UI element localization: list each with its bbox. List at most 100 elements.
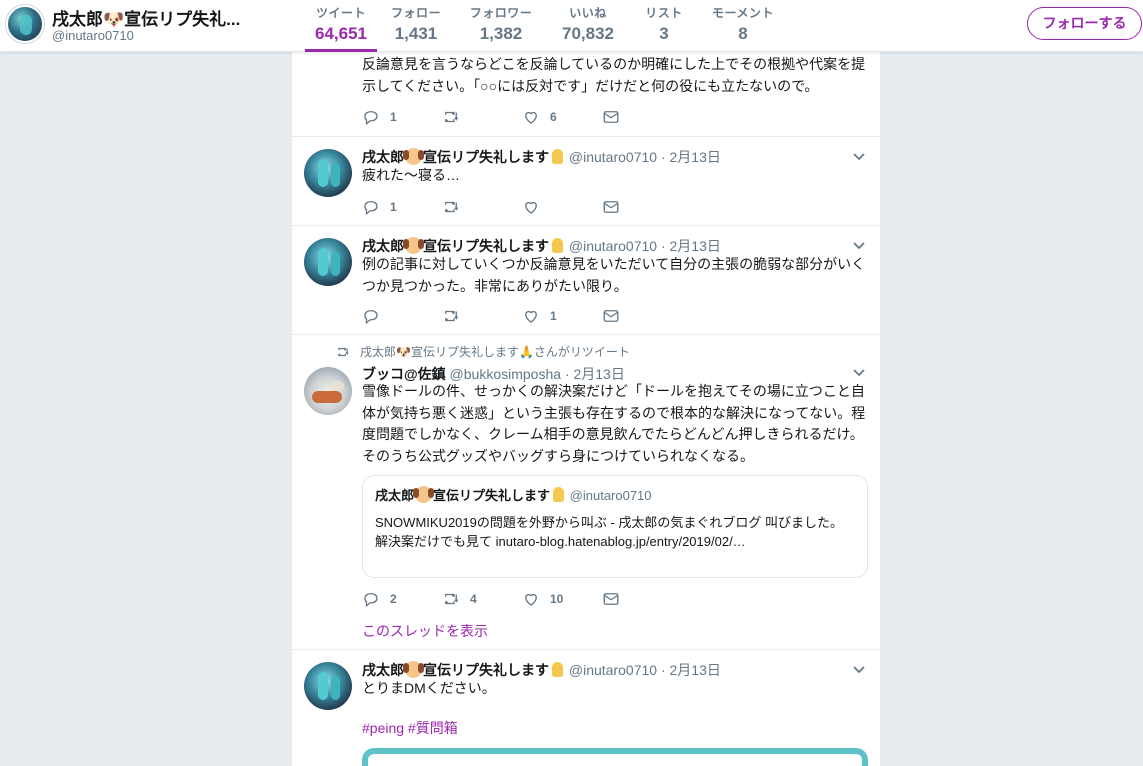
show-thread-link[interactable]: このスレッドを表示 — [362, 621, 488, 641]
quoted-handle: @inutaro0710 — [569, 488, 652, 503]
reply-button[interactable] — [362, 306, 390, 326]
reply-icon — [364, 201, 378, 216]
stat-value: 3 — [659, 24, 669, 43]
stat-following[interactable]: フォロー 1,431 — [386, 4, 446, 52]
reply-button[interactable]: 2 — [362, 589, 397, 609]
dog-emoji-icon — [403, 237, 424, 254]
tweet[interactable]: 戌太郎 宣伝リプ失礼します @inutaro0710 · 2月13日 疲れた～寝る… — [292, 137, 880, 226]
retweet-context-text[interactable]: 戌太郎🐶宣伝リプ失礼します🙏さんがリツイート — [360, 343, 630, 360]
stat-likes[interactable]: いいね 70,832 — [558, 4, 618, 52]
profile-nav: 戌太郎🐶宣伝リプ失礼... @inutaro0710 ツイート 64,651 フ… — [0, 0, 1143, 52]
like-count: 6 — [550, 110, 557, 124]
tweet-avatar[interactable] — [304, 149, 352, 197]
tweet-avatar[interactable] — [304, 238, 352, 286]
tweet-header: 戌太郎 宣伝リプ失礼します @inutaro0710 · 2月13日 — [362, 147, 721, 167]
author-handle[interactable]: @inutaro0710 — [569, 238, 657, 254]
tweet[interactable]: 戌太郎 宣伝リプ失礼します @inutaro0710 · 2月13日 とりまDMく… — [292, 650, 880, 766]
heart-icon — [525, 111, 537, 124]
stat-tweets[interactable]: ツイート 64,651 — [305, 4, 377, 52]
author-name[interactable]: 戌太郎 — [362, 238, 404, 254]
quoted-author-name-suffix: 宣伝リプ失礼します — [433, 488, 551, 503]
stat-label: モーメント — [711, 6, 775, 20]
tweet-date[interactable]: · 2月13日 — [661, 662, 721, 678]
stat-label: フォロワー — [469, 6, 533, 20]
chevron-down-icon[interactable] — [852, 663, 866, 677]
quoted-tweet[interactable]: 戌太郎 宣伝リプ失礼します @inutaro0710 SNOWMIKU2019の問… — [362, 475, 868, 578]
envelope-icon — [603, 310, 619, 322]
tweet-text: 疲れた～寝る… — [362, 167, 460, 183]
author-name[interactable]: 戌太郎 — [362, 662, 404, 678]
author-name[interactable]: ブッコ@佐鎮 — [362, 366, 446, 382]
dm-button[interactable] — [602, 306, 630, 326]
praying-hands-icon — [550, 661, 565, 678]
like-count: 10 — [550, 592, 564, 606]
like-button[interactable] — [522, 197, 550, 217]
author-name[interactable]: 戌太郎 — [362, 149, 404, 165]
like-button[interactable]: 10 — [522, 589, 563, 609]
stat-followers[interactable]: フォロワー 1,382 — [466, 4, 536, 52]
tweet-text: 反論意見を言うならどこを反論しているのか明確にした上でその根拠や代案を提示してく… — [362, 56, 866, 94]
dm-button[interactable] — [602, 589, 630, 609]
hashtags[interactable]: #peing #質問箱 — [362, 720, 458, 736]
tweet-avatar[interactable] — [304, 367, 352, 415]
tweet[interactable]: 戌太郎 宣伝リプ失礼します @inutaro0710 · 2月13日 例の記事に対… — [292, 226, 880, 335]
stat-value: 1,382 — [479, 24, 523, 43]
reply-icon — [364, 111, 378, 126]
stat-value: 64,651 — [315, 24, 367, 43]
like-count: 1 — [550, 309, 557, 323]
reply-count: 1 — [390, 200, 397, 214]
dm-button[interactable] — [602, 107, 630, 127]
chevron-down-icon[interactable] — [852, 239, 866, 253]
stat-label: リスト — [645, 6, 683, 20]
like-button[interactable]: 1 — [522, 306, 557, 326]
tweet-date[interactable]: · 2月13日 — [661, 149, 721, 165]
retweet-icon — [445, 593, 459, 605]
dog-emoji-icon — [413, 486, 435, 503]
retweet-button[interactable] — [442, 306, 470, 326]
link-card[interactable] — [362, 748, 868, 766]
author-name-suffix[interactable]: 宣伝リプ失礼します — [423, 662, 549, 678]
chevron-down-icon[interactable] — [852, 150, 866, 164]
author-handle[interactable]: @bukkosimposha — [450, 366, 562, 382]
timeline: 反論意見を言うならどこを反論しているのか明確にした上でその根拠や代案を提示してく… — [292, 0, 880, 766]
heart-icon — [525, 201, 537, 214]
profile-handle[interactable]: @inutaro0710 — [52, 28, 134, 43]
stat-value: 1,431 — [394, 24, 438, 43]
profile-avatar[interactable] — [6, 5, 44, 43]
dm-button[interactable] — [602, 197, 630, 217]
praying-hands-icon — [551, 486, 566, 503]
retweet-button[interactable] — [442, 197, 470, 217]
tweet-actions: 1 — [362, 197, 682, 217]
stat-label: いいね — [569, 6, 607, 20]
author-name-suffix[interactable]: 宣伝リプ失礼します — [423, 149, 549, 165]
stat-moments[interactable]: モーメント 8 — [710, 4, 776, 52]
follow-button[interactable]: フォローする — [1027, 7, 1142, 40]
show-thread-text[interactable]: このスレッドを表示 — [362, 623, 488, 639]
reply-icon — [364, 310, 378, 325]
reply-button[interactable]: 1 — [362, 107, 397, 127]
tweet[interactable]: 戌太郎🐶宣伝リプ失礼します🙏さんがリツイート ブッコ@佐鎮 @bukkosimp… — [292, 335, 880, 650]
reply-button[interactable]: 1 — [362, 197, 397, 217]
tweet-text: とりまDMください。 — [362, 680, 496, 696]
retweet-context: 戌太郎🐶宣伝リプ失礼します🙏さんがリツイート — [336, 343, 630, 360]
tweet-actions: 2 4 10 — [362, 589, 682, 609]
chevron-down-icon[interactable] — [852, 366, 866, 380]
hashtag-links[interactable]: #peing #質問箱 — [362, 718, 870, 740]
author-handle[interactable]: @inutaro0710 — [569, 662, 657, 678]
tweet-avatar[interactable] — [304, 662, 352, 710]
tweet-date[interactable]: · 2月13日 — [661, 238, 721, 254]
heart-icon — [525, 310, 537, 323]
like-button[interactable]: 6 — [522, 107, 557, 127]
tweet-date[interactable]: · 2月13日 — [565, 366, 625, 382]
retweet-button[interactable]: 4 — [442, 589, 477, 609]
tweet-header: 戌太郎 宣伝リプ失礼します @inutaro0710 · 2月13日 — [362, 660, 721, 680]
stat-label: ツイート — [315, 6, 366, 20]
tweet-text: 例の記事に対していくつか反論意見をいただいて自分の主張の脆弱な部分がいくつか見つ… — [362, 256, 866, 294]
profile-name[interactable]: 戌太郎🐶宣伝リプ失礼... — [52, 5, 257, 30]
praying-hands-icon — [550, 148, 565, 165]
author-name-suffix[interactable]: 宣伝リプ失礼します — [423, 238, 549, 254]
retweet-button[interactable] — [442, 107, 470, 127]
author-handle[interactable]: @inutaro0710 — [569, 149, 657, 165]
reply-count: 2 — [390, 592, 397, 606]
stat-lists[interactable]: リスト 3 — [642, 4, 686, 52]
